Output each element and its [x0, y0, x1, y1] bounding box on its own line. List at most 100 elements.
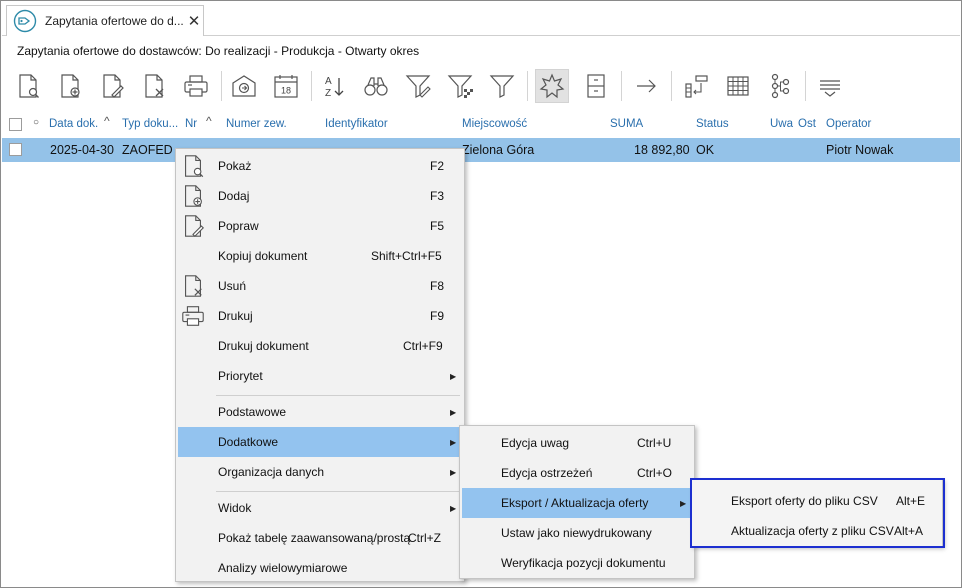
menu-item-label: Analizy wielowymiarowe [218, 561, 348, 575]
filter-button[interactable] [485, 69, 519, 103]
delete-document-button[interactable] [137, 69, 171, 103]
grid-icon [727, 76, 749, 96]
menu-item-organizacja-danych[interactable]: Organizacja danych ▶ [178, 457, 462, 487]
submenu-arrow-icon: ▶ [450, 503, 457, 513]
search-button[interactable] [359, 69, 393, 103]
filter-checkered-icon [447, 75, 473, 98]
warehouse-icon [232, 75, 256, 97]
app-window: Zapytania ofertowe do d... ✕ Zapytania o… [0, 0, 962, 588]
cell-data-dok: 2025-04-30 [50, 143, 114, 157]
menu-item-edycja-ostrzezen[interactable]: Edycja ostrzeżeń Ctrl+O [462, 458, 692, 488]
column-ost[interactable]: Ost [798, 118, 816, 130]
menu-item-eksport-aktualizacja[interactable]: Eksport / Aktualizacja oferty ▶ [462, 488, 692, 518]
menu-item-widok[interactable]: Widok ▶ [178, 493, 462, 523]
tree-button[interactable] [763, 69, 797, 103]
menu-separator [216, 491, 460, 492]
menu-item-label: Kopiuj dokument [218, 249, 308, 263]
menu-item-label: Dodatkowe [218, 435, 279, 449]
menu-item-shortcut: F8 [430, 279, 445, 293]
menu-item-label: Podstawowe [218, 405, 287, 419]
extensions-button[interactable] [535, 69, 569, 103]
menu-item-priorytet[interactable]: Priorytet ▶ [178, 361, 462, 391]
menu-item-popraw[interactable]: Popraw F5 [178, 211, 462, 241]
menu-item-drukuj-dokument[interactable]: Drukuj dokument Ctrl+F9 [178, 331, 462, 361]
menu-item-pokaz-tabele[interactable]: Pokaż tabelę zaawansowaną/prostą Ctrl+Z [178, 523, 462, 553]
document-delete-icon [185, 275, 202, 297]
row-checkbox[interactable] [9, 143, 22, 156]
document-add-icon [61, 74, 80, 98]
columns-button[interactable] [679, 69, 713, 103]
sort-a-label: A [325, 76, 332, 87]
menu-item-shortcut: F5 [430, 219, 445, 233]
dropdown-menu-icon [820, 80, 840, 97]
menu-item-label: Edycja ostrzeżeń [501, 466, 593, 480]
column-miejscowosc[interactable]: Miejscowość [462, 118, 527, 130]
edit-document-button[interactable] [95, 69, 129, 103]
table-row[interactable]: 2025-04-30 ZAOFED Zielona Góra 18 892,80… [2, 138, 960, 162]
add-document-button[interactable] [53, 69, 87, 103]
column-nr[interactable]: Nr [185, 118, 197, 130]
warehouse-button[interactable] [227, 69, 261, 103]
arrow-right-icon [637, 79, 656, 93]
column-suma[interactable]: SUMA [610, 118, 643, 130]
menu-item-edycja-uwag[interactable]: Edycja uwag Ctrl+U [462, 428, 692, 458]
column-numer-zew[interactable]: Numer zew. [226, 118, 287, 130]
menu-item-ustaw-niewydrukowany[interactable]: Ustaw jako niewydrukowany [462, 518, 692, 548]
document-search-icon [19, 74, 39, 98]
menu-item-pokaz[interactable]: Pokaż F2 [178, 151, 462, 181]
submenu-arrow-icon: ▶ [450, 407, 457, 417]
menu-item-dodaj[interactable]: Dodaj F3 [178, 181, 462, 211]
table-header: ○ Data dok. ^ Typ doku... Nr ^ Numer zew… [2, 114, 960, 136]
print-button[interactable] [179, 69, 213, 103]
document-tab[interactable]: Zapytania ofertowe do d... ✕ [6, 5, 204, 36]
menu-item-shortcut: F3 [430, 189, 445, 203]
select-all-checkbox[interactable] [9, 118, 22, 131]
filter-icon [489, 75, 515, 98]
menu-item-analizy[interactable]: Analizy wielowymiarowe [178, 553, 462, 583]
menu-item-podstawowe[interactable]: Podstawowe ▶ [178, 397, 462, 427]
menu-item-shortcut: F9 [430, 309, 445, 323]
column-data-dok[interactable]: Data dok. [49, 118, 98, 130]
column-operator[interactable]: Operator [826, 118, 871, 130]
menu-item-label: Edycja uwag [501, 436, 570, 450]
menu-item-kopiuj-dokument[interactable]: Kopiuj dokument Shift+Ctrl+F5 [178, 241, 462, 271]
calendar-icon: 18 [274, 75, 298, 98]
star-burst-icon [539, 73, 565, 99]
sort-button[interactable]: AZ [317, 69, 351, 103]
binoculars-icon [364, 77, 388, 96]
column-typ-dok[interactable]: Typ doku... [122, 118, 178, 130]
toolbar-separator [621, 71, 622, 101]
column-identyfikator[interactable]: Identyfikator [325, 118, 388, 130]
menu-item-drukuj[interactable]: Drukuj F9 [178, 301, 462, 331]
menu-item-label: Drukuj dokument [218, 339, 309, 353]
menu-item-dodatkowe[interactable]: Dodatkowe ▶ [178, 427, 462, 457]
context-menu: Pokaż F2 Dodaj F3 Popraw F5 Kopiuj dokum… [175, 148, 465, 582]
close-icon[interactable]: ✕ [187, 12, 201, 30]
menu-item-usun[interactable]: Usuń F8 [178, 271, 462, 301]
calendar-button[interactable]: 18 [269, 69, 303, 103]
toolbar: 18 AZ [9, 67, 949, 107]
submenu-arrow-icon: ▶ [680, 498, 687, 508]
more-options-button[interactable] [813, 69, 847, 103]
column-uwa[interactable]: Uwa [770, 118, 793, 130]
menu-item-label: Dodaj [218, 189, 250, 203]
navigate-button[interactable] [629, 69, 663, 103]
archive-button[interactable] [579, 69, 613, 103]
menu-item-label: Usuń [218, 279, 247, 293]
grid-button[interactable] [721, 69, 755, 103]
column-status[interactable]: Status [696, 118, 729, 130]
calendar-day-label: 18 [281, 86, 291, 96]
printer-icon [184, 75, 208, 97]
menu-item-shortcut: Ctrl+F9 [403, 339, 443, 353]
submenu-arrow-icon: ▶ [450, 437, 457, 447]
tab-title: Zapytania ofertowe do d... [45, 14, 184, 28]
document-search-icon [185, 155, 204, 178]
show-document-button[interactable] [11, 69, 45, 103]
filter-edit-button[interactable] [401, 69, 435, 103]
menu-item-label: Pokaż [218, 159, 252, 173]
menu-item-shortcut: Shift+Ctrl+F5 [371, 249, 442, 263]
filter-options-button[interactable] [443, 69, 477, 103]
cell-typ-dok: ZAOFED [122, 143, 173, 157]
submenu-arrow-icon: ▶ [450, 371, 457, 381]
menu-item-weryfikacja[interactable]: Weryfikacja pozycji dokumentu [462, 548, 692, 578]
